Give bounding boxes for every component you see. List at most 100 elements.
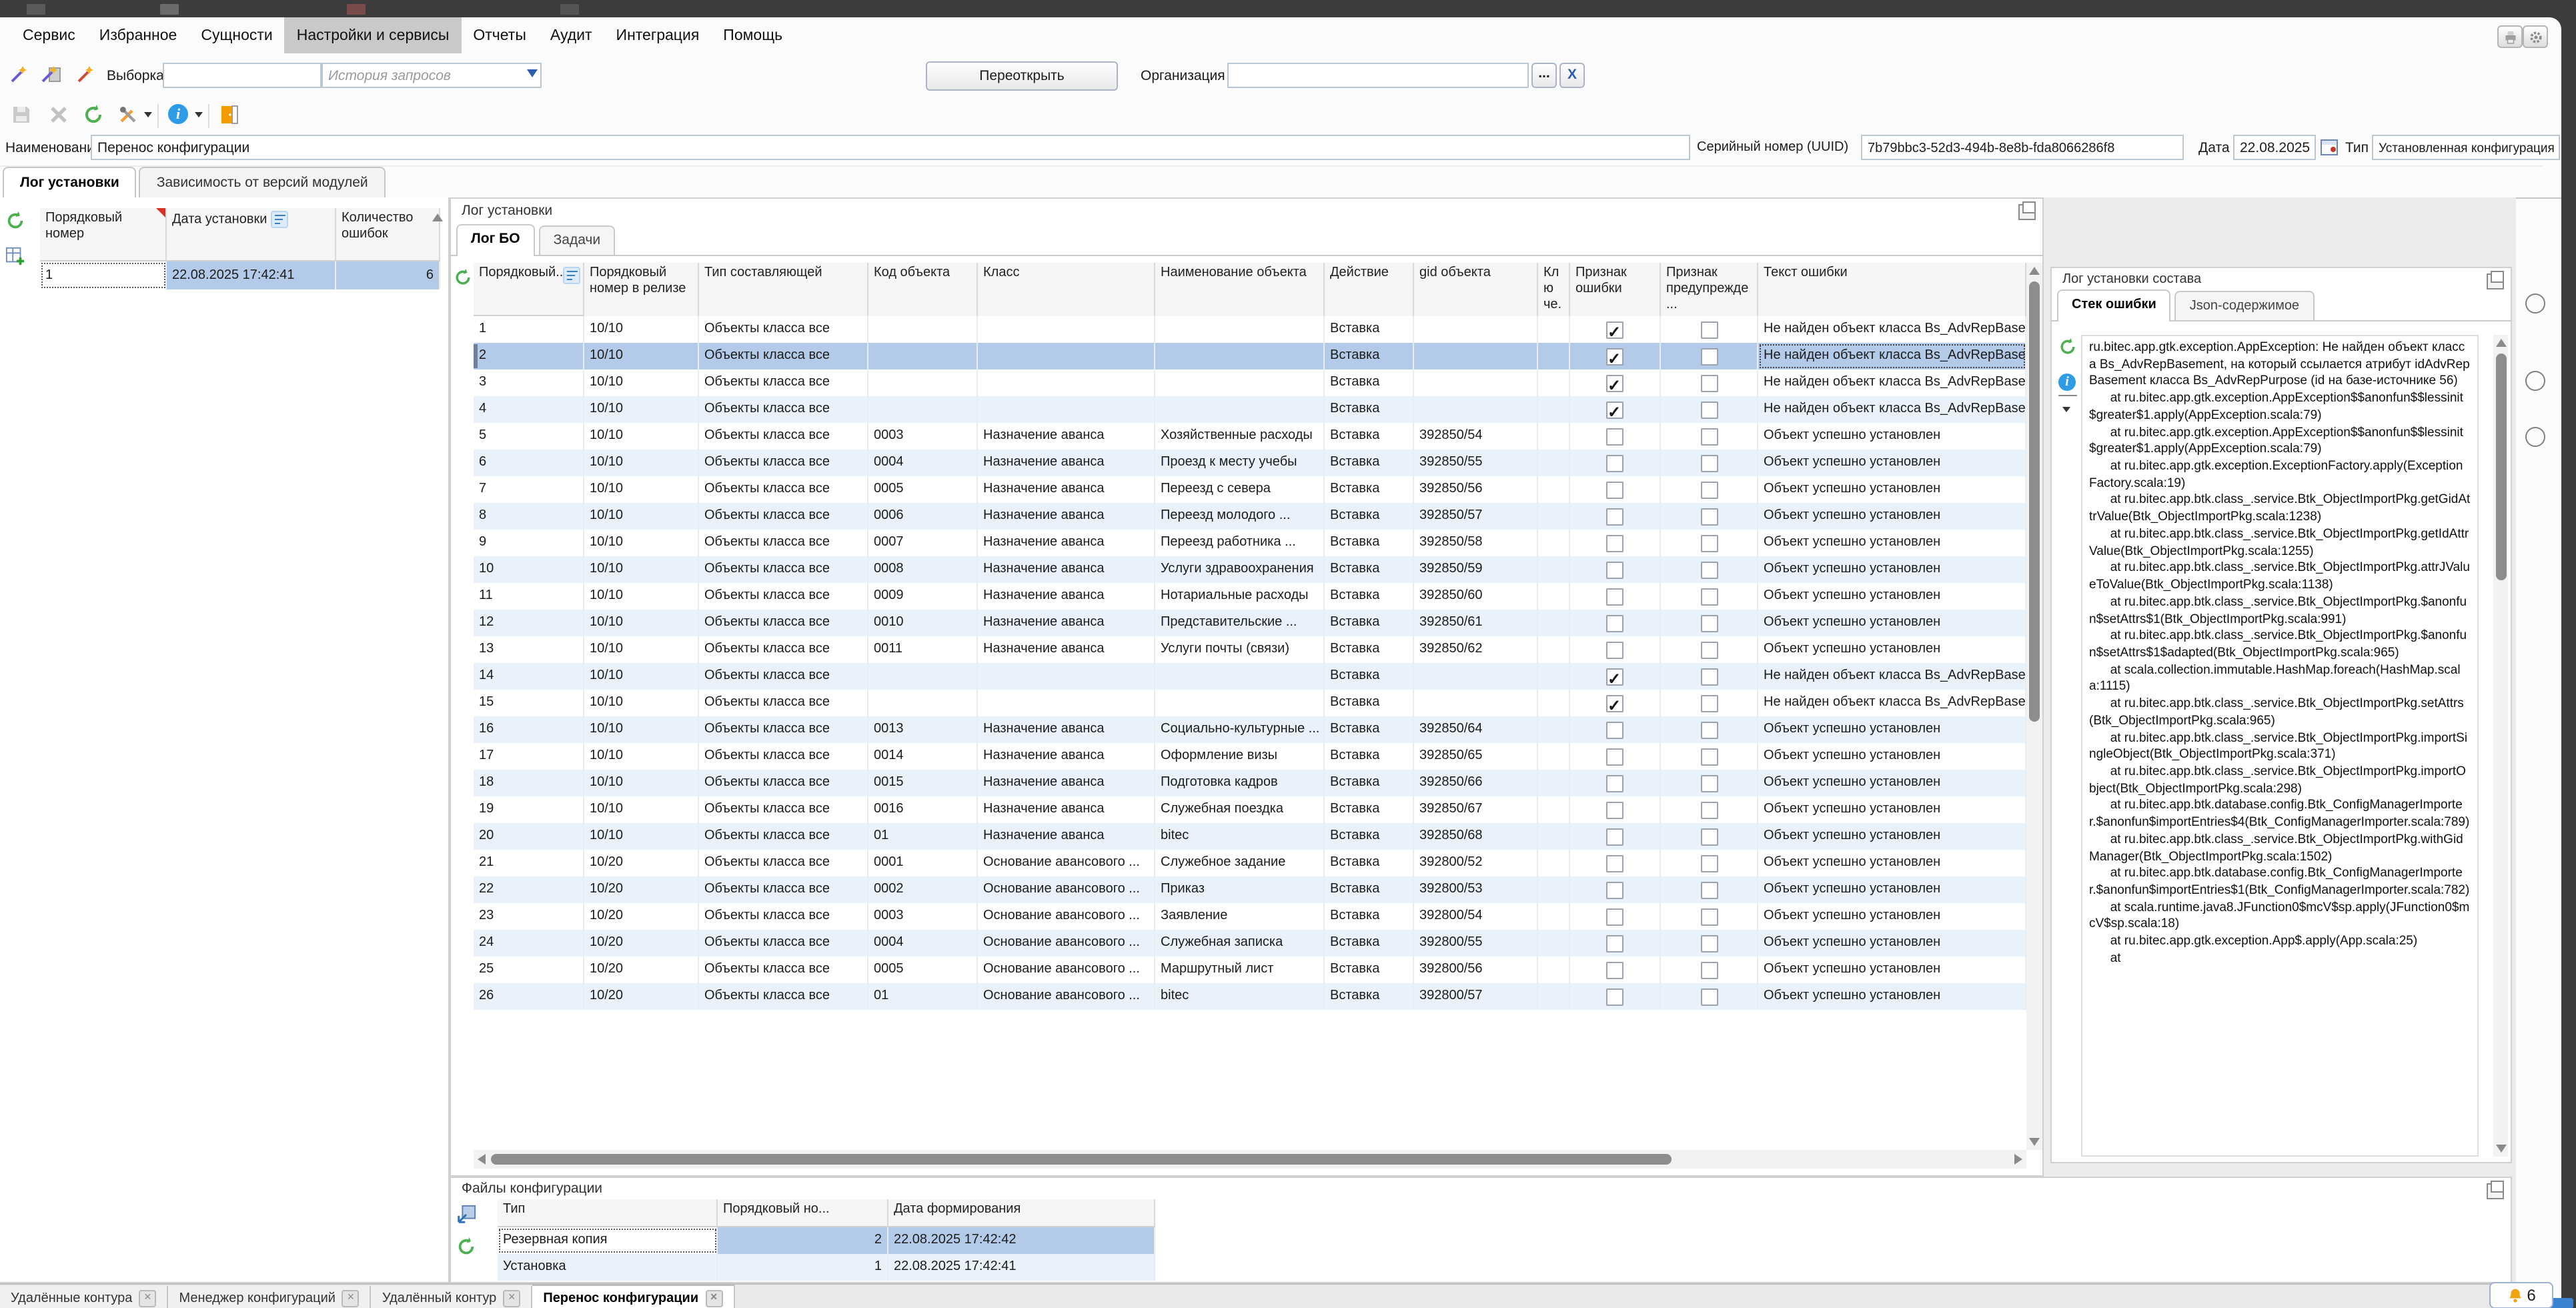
log-table-row[interactable]: 15 10/10 Объекты класса все Вставка Не — [474, 690, 2026, 716]
error-checkbox[interactable] — [1606, 321, 1624, 338]
installation-row[interactable]: 1 22.08.2025 17:42:41 6 — [40, 261, 440, 289]
horizontal-scrollbar[interactable] — [474, 1150, 2026, 1169]
menu-item[interactable]: Отчеты — [461, 17, 538, 53]
log-table-row[interactable]: 20 10/10 Объекты класса все 01 Назначени… — [474, 823, 2026, 850]
warning-checkbox[interactable] — [1700, 614, 1718, 632]
close-icon[interactable]: × — [139, 1289, 156, 1307]
error-checkbox[interactable] — [1606, 481, 1624, 498]
log-table-row[interactable]: 1 10/10 Объекты класса все Вставка Не н — [474, 316, 2026, 343]
vertical-scrollbar[interactable] — [2026, 263, 2042, 1150]
log-table-row[interactable]: 19 10/10 Объекты класса все 0016 Назначе… — [474, 796, 2026, 823]
scrollbar-thumb[interactable] — [2495, 354, 2506, 580]
warning-checkbox[interactable] — [1700, 721, 1718, 738]
column-header-type[interactable]: Тип — [498, 1199, 718, 1227]
menu-item[interactable]: Интеграция — [604, 17, 712, 53]
warning-checkbox[interactable] — [1700, 748, 1718, 765]
refresh-icon[interactable] — [5, 211, 25, 231]
file-row[interactable]: Резервная копия 2 22.08.2025 17:42:42 — [498, 1227, 1155, 1254]
error-checkbox[interactable] — [1606, 428, 1624, 445]
warning-checkbox[interactable] — [1700, 321, 1718, 338]
scroll-down-icon[interactable] — [2029, 1138, 2040, 1146]
log-tab[interactable]: Задачи — [539, 225, 616, 255]
error-checkbox[interactable] — [1606, 588, 1624, 605]
log-table-row[interactable]: 8 10/10 Объекты класса все 0006 Назначен… — [474, 503, 2026, 530]
menu-item[interactable]: Настройки и сервисы — [285, 17, 462, 53]
notifications-button[interactable]: 6 — [2489, 1282, 2553, 1308]
error-checkbox[interactable] — [1606, 534, 1624, 552]
date-input[interactable]: 22.08.2025 — [2233, 135, 2316, 160]
warning-checkbox[interactable] — [1700, 854, 1718, 872]
log-table-row[interactable]: 4 10/10 Объекты класса все Вставка Не н — [474, 396, 2026, 423]
log-table-row[interactable]: 9 10/10 Объекты класса все 0007 Назначен… — [474, 530, 2026, 556]
tools-dropdown-caret-icon[interactable] — [144, 112, 152, 117]
column-header-seq[interactable]: Порядковый... — [474, 263, 584, 316]
warning-checkbox[interactable] — [1700, 641, 1718, 658]
scroll-down-icon[interactable] — [2495, 1145, 2506, 1153]
magic-wand-list-icon[interactable] — [40, 64, 61, 85]
warning-checkbox[interactable] — [1700, 348, 1718, 365]
maximize-icon[interactable] — [2487, 273, 2504, 289]
error-checkbox[interactable] — [1606, 721, 1624, 738]
name-input[interactable]: Перенос конфигурации — [91, 135, 1690, 160]
close-icon[interactable]: × — [342, 1289, 360, 1307]
log-table-row[interactable]: 22 10/20 Объекты класса все 0002 Основан… — [474, 876, 2026, 903]
document-tab[interactable]: Удалённый контур × — [372, 1286, 532, 1308]
log-table-row[interactable]: 6 10/10 Объекты класса все 0004 Назначен… — [474, 450, 2026, 476]
log-table-row[interactable]: 11 10/10 Объекты класса все 0009 Назначе… — [474, 583, 2026, 610]
error-checkbox[interactable] — [1606, 614, 1624, 632]
column-header-seq[interactable]: Порядковый номер — [40, 208, 167, 261]
stack-tab[interactable]: Json-содержимое — [2175, 291, 2314, 320]
warning-checkbox[interactable] — [1700, 508, 1718, 525]
log-table-row[interactable]: 2 10/10 Объекты класса все Вставка Не н — [474, 343, 2026, 370]
column-header-install-date[interactable]: Дата установки — [167, 208, 336, 261]
log-table-row[interactable]: 18 10/10 Объекты класса все 0015 Назначе… — [474, 770, 2026, 796]
organization-more-button[interactable]: ... — [1531, 63, 1557, 88]
magic-wand-icon-2[interactable] — [75, 64, 96, 85]
settings-button[interactable] — [2523, 25, 2548, 48]
log-table-row[interactable]: 5 10/10 Объекты класса все 0003 Назначен… — [474, 423, 2026, 450]
dropdown-caret-icon[interactable] — [2062, 407, 2070, 412]
warning-checkbox[interactable] — [1700, 428, 1718, 445]
error-checkbox[interactable] — [1606, 828, 1624, 845]
error-checkbox[interactable] — [1606, 961, 1624, 978]
error-checkbox[interactable] — [1606, 401, 1624, 418]
refresh-icon[interactable] — [2058, 338, 2077, 356]
error-checkbox[interactable] — [1606, 934, 1624, 952]
stack-trace-text[interactable]: ru.bitec.app.gtk.exception.AppException:… — [2081, 335, 2479, 1157]
document-tab[interactable]: Перенос конфигурации × — [532, 1285, 734, 1308]
refresh-icon[interactable] — [454, 268, 472, 287]
magic-wand-icon-1[interactable] — [8, 64, 29, 85]
scroll-up-icon[interactable] — [2495, 339, 2506, 347]
scrollbar-thumb[interactable] — [2029, 281, 2040, 722]
log-table-row[interactable]: 13 10/10 Объекты класса все 0011 Назначе… — [474, 636, 2026, 663]
log-table-row[interactable]: 16 10/10 Объекты класса все 0013 Назначе… — [474, 716, 2026, 743]
error-checkbox[interactable] — [1606, 348, 1624, 365]
log-table-row[interactable]: 10 10/10 Объекты класса все 0008 Назначе… — [474, 556, 2026, 583]
tools-icon[interactable] — [117, 104, 139, 125]
scroll-right-icon[interactable] — [2014, 1154, 2022, 1165]
menu-item[interactable]: Сущности — [189, 17, 284, 53]
maximize-icon[interactable] — [2487, 1183, 2504, 1199]
exit-door-icon[interactable] — [219, 104, 240, 125]
export-file-icon[interactable] — [456, 1205, 476, 1225]
menu-item[interactable]: Помощь — [711, 17, 794, 53]
log-table-row[interactable]: 26 10/20 Объекты класса все 01 Основание… — [474, 983, 2026, 1010]
save-icon[interactable] — [11, 104, 32, 125]
error-checkbox[interactable] — [1606, 694, 1624, 712]
warning-checkbox[interactable] — [1700, 881, 1718, 898]
maximize-icon[interactable] — [2018, 204, 2036, 220]
column-header-error-count[interactable]: Количество ошибок — [336, 208, 440, 261]
sort-filter-icon[interactable] — [271, 211, 288, 228]
warning-checkbox[interactable] — [1700, 374, 1718, 392]
warning-checkbox[interactable] — [1700, 401, 1718, 418]
close-icon[interactable]: × — [503, 1289, 520, 1307]
selection-input[interactable] — [163, 63, 321, 88]
vertical-scrollbar[interactable] — [2493, 335, 2508, 1157]
scrollbar-thumb[interactable] — [491, 1154, 1672, 1165]
error-checkbox[interactable] — [1606, 561, 1624, 578]
document-tab[interactable]: Удалённые контура × — [0, 1286, 168, 1308]
page-tab[interactable]: Лог установки — [3, 167, 137, 199]
log-table-row[interactable]: 7 10/10 Объекты класса все 0005 Назначен… — [474, 476, 2026, 503]
error-checkbox[interactable] — [1606, 454, 1624, 472]
close-icon[interactable]: × — [705, 1289, 722, 1307]
